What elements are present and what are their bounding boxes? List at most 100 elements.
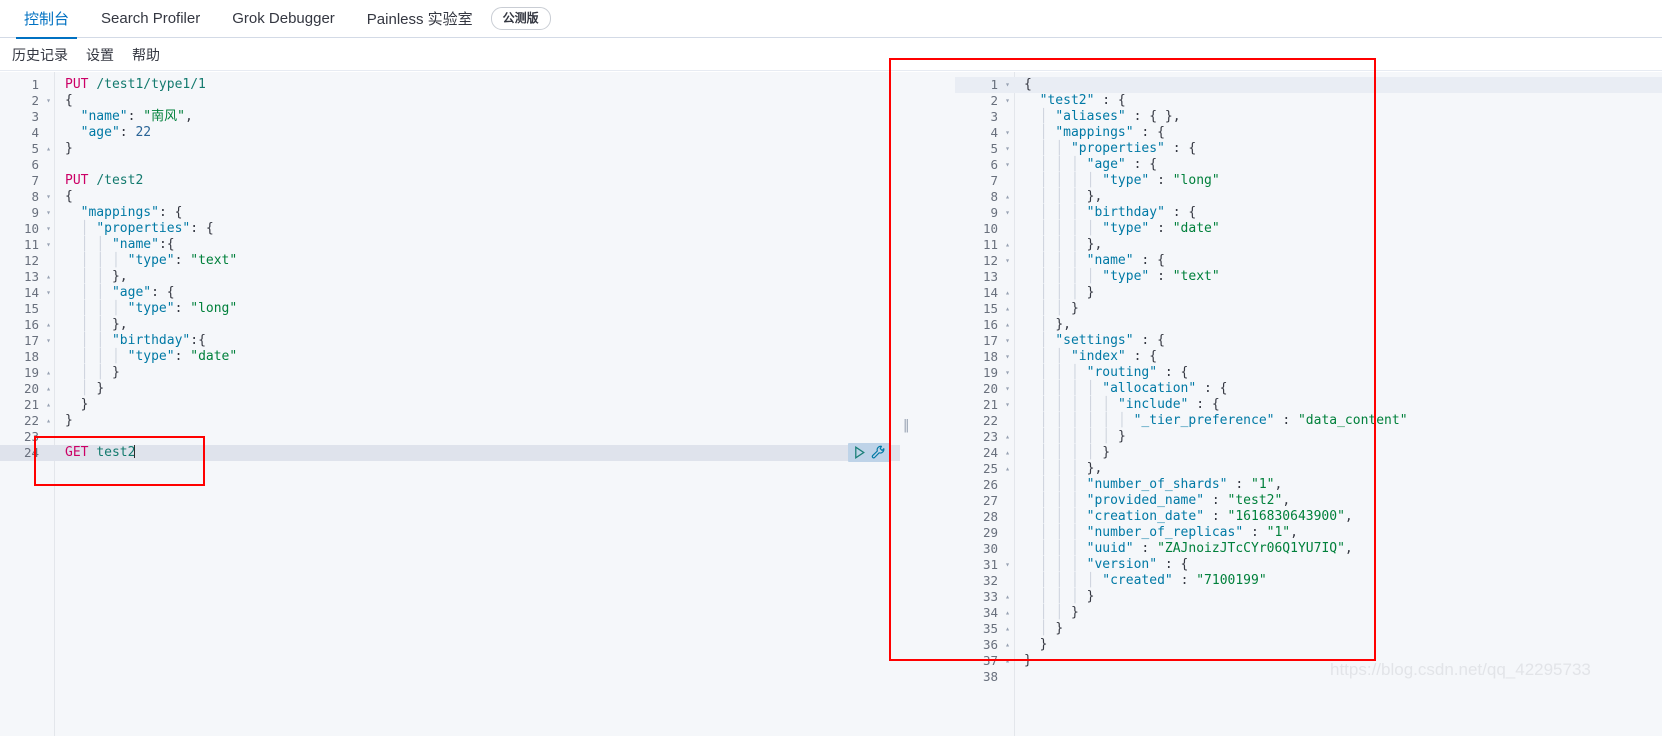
beta-badge[interactable]: 公测版 [490, 7, 551, 30]
fold-toggle-icon[interactable]: ▴ [42, 141, 55, 157]
fold-toggle-icon[interactable]: ▾ [42, 285, 55, 301]
fold-toggle-icon[interactable]: ▾ [42, 221, 55, 237]
code-line[interactable]: 25 ▴ │ │ │ }, [955, 461, 1662, 477]
code-line[interactable]: 10 │ │ │ │ "type" : "date" [955, 221, 1662, 237]
fold-toggle-icon[interactable]: ▴ [1001, 461, 1014, 477]
code-line[interactable]: 3 "name": "南风", [0, 109, 900, 125]
fold-toggle-icon[interactable]: ▾ [1001, 77, 1014, 93]
code-line[interactable]: 5 ▴} [0, 141, 900, 157]
fold-toggle-icon[interactable]: ▴ [1001, 189, 1014, 205]
tab-console[interactable]: 控制台 [8, 0, 85, 39]
code-line[interactable]: 20 ▾ │ │ │ │ "allocation" : { [955, 381, 1662, 397]
code-line[interactable]: 17 ▾ │ "settings" : { [955, 333, 1662, 349]
code-line[interactable]: 14 ▴ │ │ │ } [955, 285, 1662, 301]
fold-toggle-icon[interactable]: ▾ [1001, 333, 1014, 349]
code-line[interactable]: 22 │ │ │ │ │ │ "_tier_preference" : "dat… [955, 413, 1662, 429]
code-line[interactable]: 5 ▾ │ │ "properties" : { [955, 141, 1662, 157]
fold-toggle-icon[interactable]: ▴ [42, 365, 55, 381]
fold-toggle-icon[interactable]: ▴ [1001, 637, 1014, 653]
fold-toggle-icon[interactable]: ▴ [1001, 429, 1014, 445]
submenu-item-help[interactable]: 帮助 [132, 45, 160, 65]
code-line[interactable]: 27 │ │ │ "provided_name" : "test2", [955, 493, 1662, 509]
fold-toggle-icon[interactable]: ▾ [1001, 349, 1014, 365]
play-triangle-icon[interactable] [851, 444, 868, 461]
code-line[interactable]: 9 ▾ │ │ │ "birthday" : { [955, 205, 1662, 221]
code-line[interactable]: 26 │ │ │ "number_of_shards" : "1", [955, 477, 1662, 493]
fold-toggle-icon[interactable]: ▾ [42, 93, 55, 109]
code-line[interactable]: 32 │ │ │ │ "created" : "7100199" [955, 573, 1662, 589]
code-line[interactable]: 16 ▴ │ │ }, [0, 317, 900, 333]
tab-search-profiler[interactable]: Search Profiler [85, 0, 216, 38]
code-line[interactable]: 4 ▾ │ "mappings" : { [955, 125, 1662, 141]
fold-toggle-icon[interactable]: ▴ [1001, 653, 1014, 669]
code-line[interactable]: 16 ▴ │ }, [955, 317, 1662, 333]
code-line[interactable]: 31 ▾ │ │ │ "version" : { [955, 557, 1662, 573]
fold-toggle-icon[interactable]: ▾ [1001, 205, 1014, 221]
code-line[interactable]: 18 ▾ │ │ "index" : { [955, 349, 1662, 365]
code-line[interactable]: 10 ▾ │ "properties": { [0, 221, 900, 237]
splitter-grip-icon[interactable]: ‖ [903, 419, 910, 433]
code-line[interactable]: 21 ▾ │ │ │ │ │ "include" : { [955, 397, 1662, 413]
fold-toggle-icon[interactable]: ▾ [1001, 125, 1014, 141]
fold-toggle-icon[interactable]: ▾ [1001, 157, 1014, 173]
code-line[interactable]: 19 ▾ │ │ │ "routing" : { [955, 365, 1662, 381]
wrench-icon[interactable] [870, 444, 887, 461]
fold-toggle-icon[interactable]: ▴ [1001, 621, 1014, 637]
code-line[interactable]: 4 "age": 22 [0, 125, 900, 141]
code-line[interactable]: 8 ▴ │ │ │ }, [955, 189, 1662, 205]
code-line[interactable]: 8 ▾ { [0, 189, 900, 205]
fold-toggle-icon[interactable]: ▾ [1001, 381, 1014, 397]
code-line[interactable]: 1 PUT /test1/type1/1 [0, 77, 900, 93]
code-line[interactable]: 34 ▴ │ │ } [955, 605, 1662, 621]
code-line[interactable]: 12 ▾ │ │ │ "name" : { [955, 253, 1662, 269]
fold-toggle-icon[interactable]: ▾ [1001, 141, 1014, 157]
code-line[interactable]: 36 ▴ } [955, 637, 1662, 653]
code-line[interactable]: 35 ▴ │ } [955, 621, 1662, 637]
code-line[interactable]: 9 ▾ "mappings": { [0, 205, 900, 221]
code-line[interactable]: 28 │ │ │ "creation_date" : "161683064390… [955, 509, 1662, 525]
code-line[interactable]: 17 ▾ │ │ "birthday":{ [0, 333, 900, 349]
fold-toggle-icon[interactable]: ▴ [42, 269, 55, 285]
fold-toggle-icon[interactable]: ▾ [1001, 557, 1014, 573]
submenu-item-settings[interactable]: 设置 [86, 45, 114, 65]
fold-toggle-icon[interactable]: ▴ [1001, 301, 1014, 317]
code-line[interactable]: 13 │ │ │ │ "type" : "text" [955, 269, 1662, 285]
fold-toggle-icon[interactable]: ▴ [1001, 237, 1014, 253]
request-code-area[interactable]: 1 PUT /test1/type1/1 2 ▾{3 "name": "南风", 4 "… [0, 77, 900, 461]
code-line[interactable]: 20 ▴ │ } [0, 381, 900, 397]
fold-toggle-icon[interactable]: ▴ [42, 397, 55, 413]
code-line[interactable]: 29 │ │ │ "number_of_replicas" : "1", [955, 525, 1662, 541]
code-line[interactable]: 11 ▴ │ │ │ }, [955, 237, 1662, 253]
request-pane[interactable]: 1 PUT /test1/type1/1 2 ▾{3 "name": "南风", 4 "… [0, 72, 900, 736]
code-line[interactable]: 21 ▴ } [0, 397, 900, 413]
fold-toggle-icon[interactable]: ▾ [1001, 397, 1014, 413]
code-line[interactable]: 30 │ │ │ "uuid" : "ZAJnoizJTcCYr06Q1YU7I… [955, 541, 1662, 557]
fold-toggle-icon[interactable]: ▾ [42, 333, 55, 349]
fold-toggle-icon[interactable]: ▴ [1001, 317, 1014, 333]
fold-toggle-icon[interactable]: ▾ [1001, 365, 1014, 381]
code-line[interactable]: 1 ▾ { [955, 77, 1662, 93]
code-line[interactable]: 18 │ │ │ "type": "date" [0, 349, 900, 365]
fold-toggle-icon[interactable]: ▴ [42, 381, 55, 397]
fold-toggle-icon[interactable]: ▾ [1001, 93, 1014, 109]
fold-toggle-icon[interactable]: ▴ [42, 317, 55, 333]
code-line[interactable]: 6 [0, 157, 900, 173]
fold-toggle-icon[interactable]: ▴ [1001, 445, 1014, 461]
code-line[interactable]: 14 ▾ │ │ "age": { [0, 285, 900, 301]
code-line[interactable]: 24 GET test2 [0, 445, 900, 461]
code-line[interactable]: 13 ▴ │ │ }, [0, 269, 900, 285]
code-line[interactable]: 24 ▴ │ │ │ │ } [955, 445, 1662, 461]
pane-splitter[interactable]: ‖ [901, 72, 911, 736]
fold-toggle-icon[interactable]: ▴ [1001, 605, 1014, 621]
fold-toggle-icon[interactable]: ▴ [42, 413, 55, 429]
fold-toggle-icon[interactable]: ▴ [1001, 285, 1014, 301]
code-line[interactable]: 11 ▾ │ │ "name":{ [0, 237, 900, 253]
code-line[interactable]: 7 │ │ │ │ "type" : "long" [955, 173, 1662, 189]
fold-toggle-icon[interactable]: ▾ [42, 205, 55, 221]
code-line[interactable]: 6 ▾ │ │ │ "age" : { [955, 157, 1662, 173]
fold-toggle-icon[interactable]: ▴ [1001, 589, 1014, 605]
code-line[interactable]: 7 PUT /test2 [0, 173, 900, 189]
code-line[interactable]: 2 ▾ { [0, 93, 900, 109]
fold-toggle-icon[interactable]: ▾ [42, 189, 55, 205]
code-line[interactable]: 15 │ │ │ "type": "long" [0, 301, 900, 317]
